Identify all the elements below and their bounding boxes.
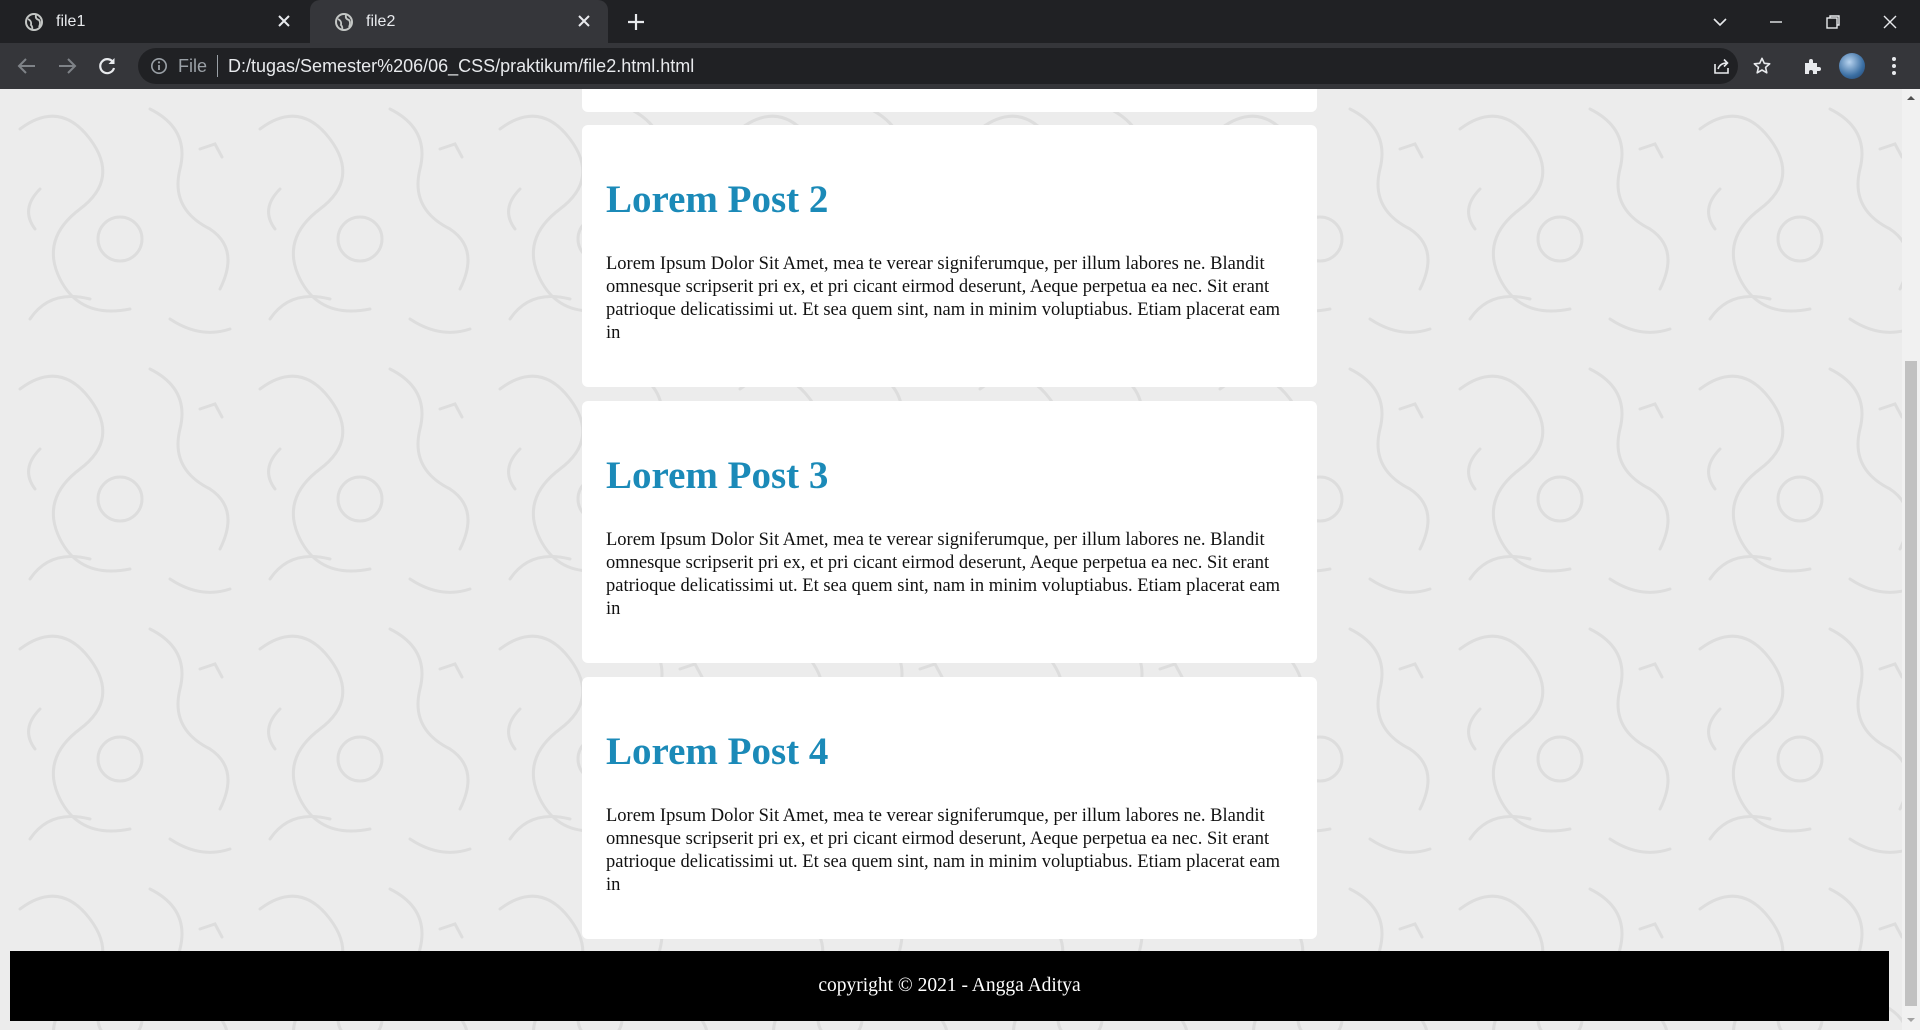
close-window-button[interactable] (1862, 0, 1918, 43)
scheme-label: File (178, 55, 208, 76)
scroll-down-icon[interactable] (1906, 1015, 1916, 1025)
post-body: Lorem Ipsum Dolor Sit Amet, mea te verea… (606, 806, 1281, 895)
address-bar[interactable]: File D:/tugas/Semester%206/06_CSS/prakti… (138, 48, 1738, 84)
page-footer: copyright © 2021 - Angga Aditya (10, 951, 1889, 1021)
minimize-icon (1770, 20, 1782, 23)
back-button[interactable] (13, 52, 41, 80)
post-card: Lorem Post 2 Lorem Ipsum Dolor Sit Amet,… (582, 125, 1317, 387)
browser-toolbar: File D:/tugas/Semester%206/06_CSS/prakti… (0, 43, 1920, 89)
extensions-button[interactable] (1798, 52, 1826, 80)
reload-icon (99, 58, 116, 75)
bookmark-button[interactable] (1748, 52, 1776, 80)
star-icon (1753, 57, 1771, 74)
menu-button[interactable] (1880, 52, 1908, 80)
divider (217, 55, 219, 77)
back-arrow-icon (17, 58, 35, 74)
post-card: Lorem Post 3 Lorem Ipsum Dolor Sit Amet,… (582, 401, 1317, 663)
chevron-down-icon (1713, 17, 1727, 26)
share-icon (1714, 58, 1729, 74)
forward-button[interactable] (53, 52, 81, 80)
scroll-up-icon[interactable] (1906, 93, 1916, 103)
globe-icon (335, 12, 353, 31)
restore-icon (1826, 14, 1840, 29)
close-icon (1883, 15, 1897, 28)
url-text[interactable]: D:/tugas/Semester%206/06_CSS/praktikum/f… (228, 56, 694, 77)
copyright-text: copyright © 2021 - Angga Aditya (818, 975, 1081, 996)
tab-file2[interactable]: file2 (310, 0, 608, 43)
avatar (1839, 53, 1865, 79)
share-button[interactable] (1708, 52, 1736, 80)
globe-icon (25, 12, 43, 31)
more-vert-icon (1892, 57, 1896, 75)
post-body: Lorem Ipsum Dolor Sit Amet, mea te verea… (606, 530, 1281, 619)
forward-arrow-icon (59, 58, 77, 74)
tab-strip: file1 file2 (0, 0, 1920, 43)
post-title: Lorem Post 3 (606, 454, 829, 497)
reload-button[interactable] (93, 52, 121, 80)
info-icon[interactable] (150, 57, 168, 75)
post-card: Lorem Post 4 Lorem Ipsum Dolor Sit Amet,… (582, 677, 1317, 939)
post-body: Lorem Ipsum Dolor Sit Amet, mea te verea… (606, 254, 1281, 343)
page-viewport: Lorem Post 2 Lorem Ipsum Dolor Sit Amet,… (0, 89, 1902, 1030)
profile-button[interactable] (1838, 52, 1866, 80)
tab-title: file1 (56, 12, 86, 30)
scroll-thumb[interactable] (1905, 361, 1917, 1006)
close-icon[interactable] (574, 11, 594, 31)
vertical-scrollbar[interactable] (1902, 89, 1920, 1030)
minimize-button[interactable] (1748, 0, 1804, 43)
close-icon[interactable] (274, 11, 294, 31)
tab-title: file2 (366, 12, 396, 30)
tab-search-button[interactable] (1692, 0, 1748, 43)
puzzle-icon (1805, 59, 1821, 74)
post-card-partial (582, 89, 1317, 112)
tab-file1[interactable]: file1 (0, 0, 308, 43)
restore-button[interactable] (1805, 0, 1861, 43)
post-title: Lorem Post 2 (606, 178, 829, 221)
post-title: Lorem Post 4 (606, 730, 829, 773)
plus-icon[interactable] (624, 10, 648, 34)
